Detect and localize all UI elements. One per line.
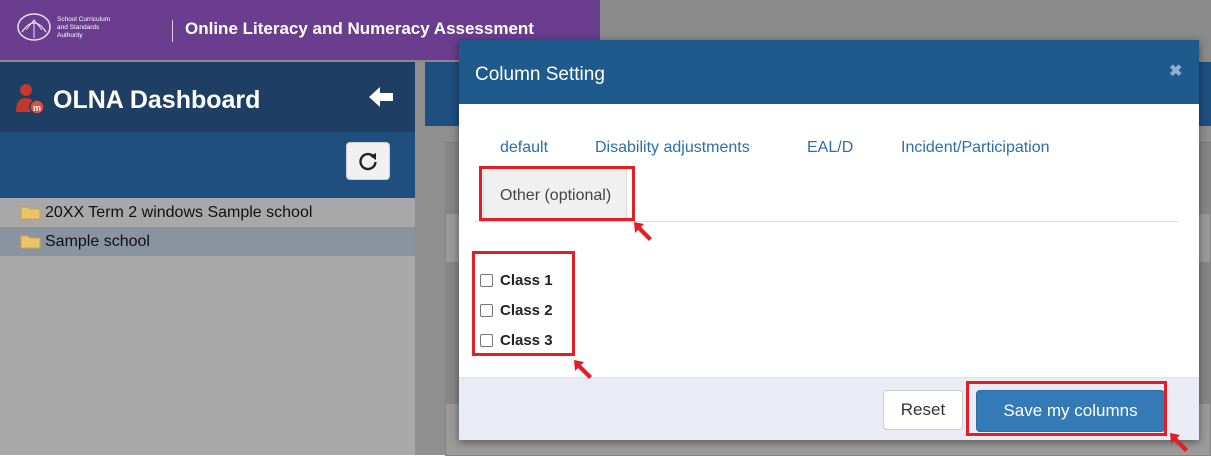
sidebar: m OLNA Dashboard 20XX Term 2 windows Sam… — [0, 62, 415, 455]
sidebar-header: m OLNA Dashboard — [0, 62, 415, 132]
red-arrow-icon — [1170, 433, 1188, 452]
column-setting-modal: Column Setting ✖ default Disability adju… — [459, 40, 1199, 440]
app-title: Online Literacy and Numeracy Assessment — [185, 19, 534, 38]
tree-item-sample-school[interactable]: Sample school — [0, 227, 415, 256]
highlight-box-tab — [479, 166, 635, 221]
dashboard-title: OLNA Dashboard — [53, 86, 261, 114]
tab-eald[interactable]: EAL/D — [807, 139, 853, 157]
brand-divider — [172, 20, 173, 42]
dashboard-person-icon: m — [16, 84, 45, 115]
tree-item-label: 20XX Term 2 windows Sample school — [45, 203, 313, 221]
folder-icon — [20, 234, 41, 249]
refresh-button[interactable] — [346, 142, 390, 180]
red-arrow-icon — [634, 222, 652, 241]
refresh-icon — [359, 152, 377, 171]
modal-header: Column Setting ✖ — [459, 40, 1199, 104]
reset-button[interactable]: Reset — [883, 390, 963, 430]
school-tree: 20XX Term 2 windows Sample school Sample… — [0, 198, 415, 256]
folder-icon — [20, 205, 41, 220]
tab-disability-adjustments[interactable]: Disability adjustments — [595, 139, 750, 157]
highlight-box-save — [966, 381, 1167, 436]
arrow-left-icon[interactable] — [367, 85, 395, 109]
tab-divider — [475, 221, 1178, 222]
red-arrow-icon — [574, 360, 592, 379]
tab-default[interactable]: default — [500, 139, 548, 157]
svg-text:Authority: Authority — [57, 32, 83, 39]
tree-item-label: Sample school — [45, 232, 150, 250]
tab-incident-participation[interactable]: Incident/Participation — [901, 139, 1050, 157]
close-icon[interactable]: ✖ — [1169, 61, 1182, 81]
modal-title: Column Setting — [475, 64, 605, 85]
svg-text:and Standards: and Standards — [57, 24, 100, 31]
scsa-logo-icon: School Curriculum and Standards Authorit… — [17, 13, 110, 41]
svg-text:m: m — [33, 103, 41, 113]
svg-text:School Curriculum: School Curriculum — [57, 16, 110, 23]
tree-item-term-window[interactable]: 20XX Term 2 windows Sample school — [0, 198, 415, 227]
highlight-box-checkboxes — [472, 251, 575, 356]
